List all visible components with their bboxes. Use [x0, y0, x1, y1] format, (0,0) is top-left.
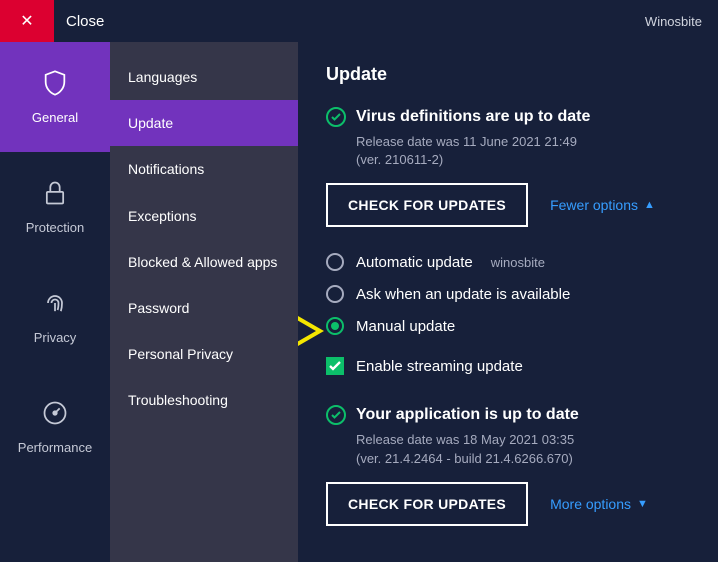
subnav-item-exceptions[interactable]: Exceptions — [110, 193, 298, 239]
rail-item-protection[interactable]: Protection — [0, 152, 110, 262]
rail-item-privacy[interactable]: Privacy — [0, 262, 110, 372]
watermark-inline: winosbite — [491, 255, 545, 270]
option-label: Enable streaming update — [356, 358, 523, 375]
chevron-down-icon: ▼ — [637, 498, 648, 510]
toggle-label: More options — [550, 496, 631, 512]
lock-icon — [41, 179, 69, 210]
virus-defs-title: Virus definitions are up to date — [356, 108, 590, 126]
option-label: Automatic update — [356, 254, 473, 271]
radio-ask-update[interactable]: Ask when an update is available — [326, 285, 690, 303]
check-updates-virus-button[interactable]: CHECK FOR UPDATES — [326, 183, 528, 227]
rail-label: Performance — [18, 440, 92, 455]
shield-icon — [41, 69, 69, 100]
app-status: Your application is up to date Release d… — [326, 405, 690, 467]
virus-defs-status: Virus definitions are up to date Release… — [326, 107, 690, 169]
subnav-item-languages[interactable]: Languages — [110, 54, 298, 100]
arrow-annotation — [298, 303, 326, 359]
option-label: Ask when an update is available — [356, 286, 570, 303]
rail-label: General — [32, 110, 78, 125]
close-button[interactable]: ✕ — [0, 0, 54, 42]
toggle-label: Fewer options — [550, 197, 638, 213]
radio-icon — [326, 285, 344, 303]
primary-sidebar: General Protection Privacy Performance — [0, 42, 110, 562]
radio-icon — [326, 253, 344, 271]
fewer-options-link[interactable]: Fewer options ▲ — [550, 197, 655, 213]
subnav-item-update[interactable]: Update — [110, 100, 298, 146]
app-version: (ver. 21.4.2464 - build 21.4.6266.670) — [356, 450, 690, 468]
subnav-item-personal-privacy[interactable]: Personal Privacy — [110, 331, 298, 377]
rail-item-general[interactable]: General — [0, 42, 110, 152]
close-label: Close — [66, 13, 104, 30]
watermark-text: Winosbite — [645, 14, 702, 29]
checkbox-streaming-update[interactable]: Enable streaming update — [326, 357, 690, 375]
app-release: Release date was 18 May 2021 03:35 — [356, 431, 690, 449]
titlebar: ✕ Close Winosbite — [0, 0, 718, 42]
virus-defs-version: (ver. 210611-2) — [356, 151, 690, 169]
page-title: Update — [326, 64, 690, 85]
subnav-item-password[interactable]: Password — [110, 285, 298, 331]
check-circle-icon — [326, 405, 346, 425]
radio-selected-icon — [326, 317, 344, 335]
subnav-item-blocked-allowed[interactable]: Blocked & Allowed apps — [110, 239, 298, 285]
update-options: Automatic update winosbite Ask when an u… — [326, 253, 690, 375]
check-updates-app-button[interactable]: CHECK FOR UPDATES — [326, 482, 528, 526]
gauge-icon — [41, 399, 69, 430]
secondary-sidebar: Languages Update Notifications Exception… — [110, 42, 298, 562]
content-pane: Update Virus definitions are up to date … — [298, 42, 718, 562]
virus-defs-release: Release date was 11 June 2021 21:49 — [356, 133, 690, 151]
close-icon: ✕ — [20, 11, 33, 31]
option-label: Manual update — [356, 318, 455, 335]
radio-automatic-update[interactable]: Automatic update winosbite — [326, 253, 690, 271]
rail-label: Protection — [26, 220, 85, 235]
checkbox-checked-icon — [326, 357, 344, 375]
chevron-up-icon: ▲ — [644, 199, 655, 211]
subnav-item-troubleshooting[interactable]: Troubleshooting — [110, 377, 298, 423]
fingerprint-icon — [41, 289, 69, 320]
rail-item-performance[interactable]: Performance — [0, 372, 110, 482]
more-options-link[interactable]: More options ▼ — [550, 496, 648, 512]
check-circle-icon — [326, 107, 346, 127]
subnav-item-notifications[interactable]: Notifications — [110, 146, 298, 192]
radio-manual-update[interactable]: Manual update — [326, 317, 690, 335]
rail-label: Privacy — [34, 330, 77, 345]
app-status-title: Your application is up to date — [356, 406, 579, 424]
